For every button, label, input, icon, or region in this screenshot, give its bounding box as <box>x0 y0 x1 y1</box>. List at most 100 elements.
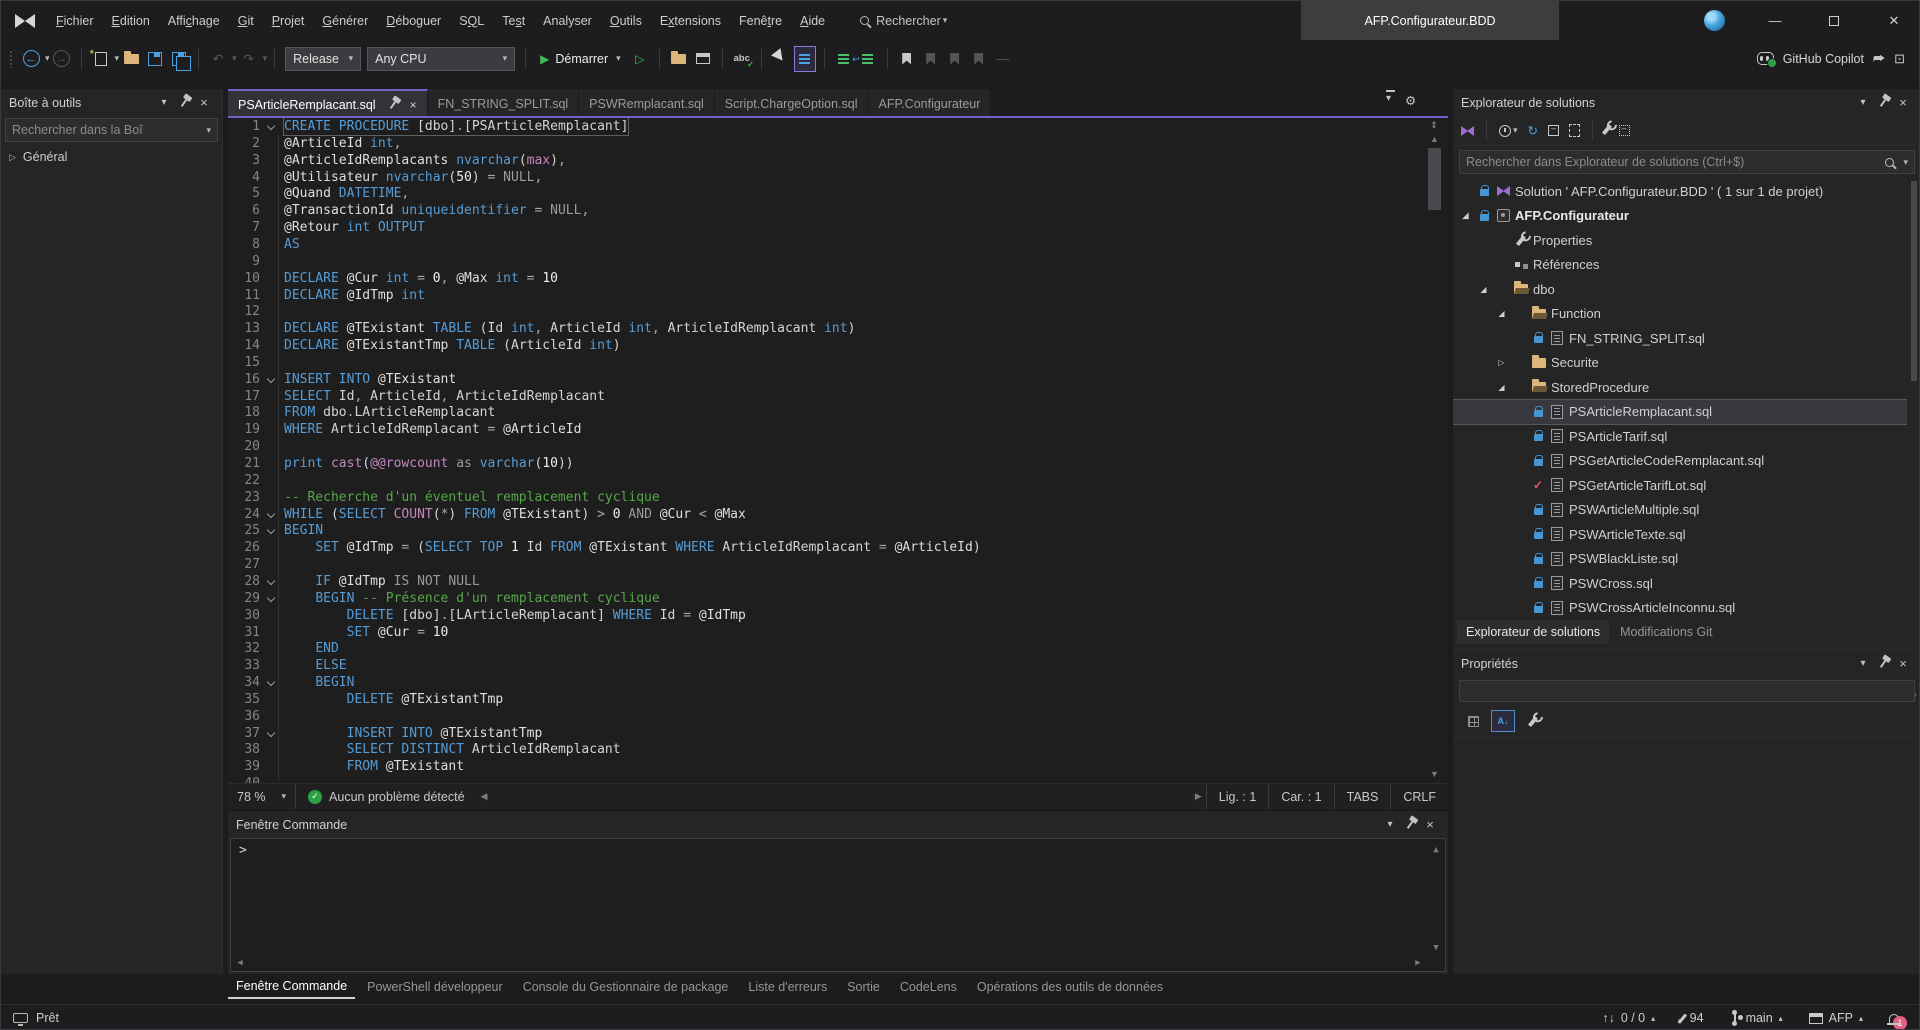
splitter-handle[interactable]: ⇕ <box>1427 120 1441 129</box>
pending-edits-status[interactable]: 94 <box>1681 1011 1703 1025</box>
close-icon[interactable]: × <box>1420 815 1440 835</box>
tree-item-StoredProcedure[interactable]: ◢StoredProcedure <box>1453 375 1907 400</box>
tree-item-PSWArticleMultiple.sql[interactable]: PSWArticleMultiple.sql <box>1453 498 1907 523</box>
fold-chevron-icon[interactable] <box>267 375 275 383</box>
share-icon[interactable]: ⮫ <box>1873 51 1885 67</box>
pin-icon[interactable] <box>383 95 403 115</box>
tab-Script.ChargeOption.sql[interactable]: Script.ChargeOption.sql <box>715 89 869 118</box>
scroll-up-icon[interactable]: ▲ <box>1429 845 1443 855</box>
navigate-to-object-button[interactable] <box>794 46 816 72</box>
tree-item-PSGetArticleTarifLot.sql[interactable]: ✓PSGetArticleTarifLot.sql <box>1453 473 1907 498</box>
tree-item-Securite[interactable]: ▷Securite <box>1453 351 1907 376</box>
panel-dropdown[interactable]: ▾ <box>1853 93 1873 113</box>
pin-icon[interactable] <box>1873 93 1893 113</box>
undo-button[interactable]: ↶ <box>207 46 229 72</box>
account-avatar[interactable] <box>1704 10 1725 31</box>
panel-dropdown[interactable]: ▾ <box>1380 815 1400 835</box>
scroll-left-icon[interactable]: ◀ <box>481 791 488 802</box>
menu-test[interactable]: Test <box>493 10 534 32</box>
pin-icon[interactable] <box>1400 815 1420 835</box>
navigate-back-button[interactable]: ← <box>20 46 42 72</box>
panel-dropdown[interactable]: ▾ <box>1853 654 1873 674</box>
menu-affichage[interactable]: Affichage <box>159 10 229 32</box>
tree-item-PSWBlackListe.sql[interactable]: PSWBlackListe.sql <box>1453 547 1907 572</box>
restore-button[interactable] <box>1811 1 1857 40</box>
menu-edition[interactable]: Edition <box>103 10 159 32</box>
spell-check-button[interactable]: abc <box>731 46 753 72</box>
pending-changes-filter[interactable]: ▾ <box>1499 125 1518 137</box>
close-icon[interactable]: × <box>1893 654 1913 674</box>
menu-aide[interactable]: Aide <box>791 10 834 32</box>
tree-item-PSWCross.sql[interactable]: PSWCross.sql <box>1453 571 1907 596</box>
navigate-forward-button[interactable]: → <box>51 46 73 72</box>
select-tool-button[interactable] <box>770 46 792 72</box>
switch-views-icon[interactable] <box>1461 126 1474 136</box>
next-bookmark-button[interactable] <box>944 46 966 72</box>
menu-projet[interactable]: Projet <box>263 10 314 32</box>
scroll-right-icon[interactable]: ▶ <box>1411 958 1425 968</box>
fold-chevron-icon[interactable] <box>267 678 275 686</box>
tab-AFP.Configurateur[interactable]: AFP.Configurateur <box>869 89 992 118</box>
tree-item-Solution ' AFP.Configurateur.BDD ' ( 1 sur 1 de projet)[interactable]: Solution ' AFP.Configurateur.BDD ' ( 1 s… <box>1453 179 1907 204</box>
toolbox-section-general[interactable]: ▷ Général <box>1 144 222 170</box>
close-icon[interactable]: × <box>410 98 417 112</box>
notifications-button[interactable]: 1 <box>1889 1014 1899 1023</box>
tree-item-PSGetArticleCodeRemplacant.sql[interactable]: PSGetArticleCodeRemplacant.sql <box>1453 449 1907 474</box>
menu-déboguer[interactable]: Déboguer <box>377 10 450 32</box>
preview-selected-icon[interactable] <box>1619 125 1630 136</box>
fold-chevron-icon[interactable] <box>267 122 275 130</box>
scroll-thumb[interactable] <box>1428 148 1441 210</box>
toolbox-dropdown[interactable]: ▾ <box>154 93 174 113</box>
git-sync-status[interactable]: ↑↓ 0 / 0 ▴ <box>1602 1011 1655 1025</box>
menu-git[interactable]: Git <box>229 10 263 32</box>
scroll-up-icon[interactable]: ▲ <box>1421 134 1448 144</box>
bottom-tab-Console du Gestionnaire de package[interactable]: Console du Gestionnaire de package <box>515 976 737 998</box>
explorer-tab-Modifications Git[interactable]: Modifications Git <box>1611 620 1721 644</box>
copilot-label[interactable]: GitHub Copilot <box>1783 52 1864 66</box>
alphabetical-view-button[interactable]: A↓ <box>1491 710 1515 732</box>
tree-item-PSArticleRemplacant.sql[interactable]: PSArticleRemplacant.sql <box>1453 400 1907 425</box>
categorized-view-button[interactable] <box>1461 710 1485 732</box>
collapse-all-icon[interactable] <box>1548 125 1559 136</box>
expanded-icon[interactable]: ◢ <box>1459 211 1472 220</box>
show-all-files-icon[interactable] <box>1569 124 1580 137</box>
fold-chevron-icon[interactable] <box>267 728 275 736</box>
toolbar-drag-handle[interactable] <box>9 50 13 68</box>
close-button[interactable]: ✕ <box>1871 1 1917 40</box>
tree-item-Références[interactable]: Références <box>1453 253 1907 278</box>
tabs-indicator[interactable]: TABS <box>1334 784 1391 809</box>
fold-chevron-icon[interactable] <box>267 526 275 534</box>
command-input-area[interactable]: > ▲ ▼ ◀ ▶ <box>230 838 1446 972</box>
pin-icon[interactable] <box>174 93 194 113</box>
editor-options-gear-icon[interactable]: ⚙ <box>1405 93 1416 108</box>
expanded-icon[interactable]: ◢ <box>1477 285 1490 294</box>
properties-wrench-icon[interactable] <box>1605 124 1609 138</box>
editor-vscrollbar[interactable]: ⇕ ▲ ▼ <box>1421 118 1448 783</box>
code-editor[interactable]: 1CREATE PROCEDURE [dbo].[PSArticleRempla… <box>228 118 1421 783</box>
redo-button[interactable]: ↷ <box>238 46 260 72</box>
close-icon[interactable]: × <box>1893 93 1913 113</box>
open-file-button[interactable] <box>120 46 142 72</box>
scroll-right-icon[interactable]: ▶ <box>1195 791 1202 802</box>
expanded-icon[interactable]: ◢ <box>1495 309 1508 318</box>
menu-outils[interactable]: Outils <box>601 10 651 32</box>
zoom-select[interactable]: 78 %▾ <box>228 784 296 809</box>
explorer-vscrollbar[interactable]: ▼ <box>1909 151 1919 701</box>
tab-PSArticleRemplacant.sql[interactable]: PSArticleRemplacant.sql× <box>228 89 428 118</box>
tree-item-Function[interactable]: ◢Function <box>1453 302 1907 327</box>
toolbar-overflow[interactable]: — <box>992 46 1014 72</box>
menu-extensions[interactable]: Extensions <box>651 10 730 32</box>
tab-list-icon[interactable]: ▾ <box>1386 93 1391 108</box>
save-all-button[interactable] <box>168 46 190 72</box>
quick-search[interactable]: Rechercher ▾ <box>860 14 947 28</box>
properties-object-select[interactable] <box>1459 680 1915 702</box>
configuration-select[interactable]: Release▾ <box>285 47 361 71</box>
tree-item-Properties[interactable]: Properties <box>1453 228 1907 253</box>
eol-indicator[interactable]: CRLF <box>1390 784 1448 809</box>
fold-chevron-icon[interactable] <box>267 509 275 517</box>
undo-dropdown[interactable]: ▾ <box>232 53 237 64</box>
fold-chevron-icon[interactable] <box>267 594 275 602</box>
solution-search-input[interactable]: Rechercher dans Explorateur de solutions… <box>1459 150 1915 174</box>
tree-item-PSWCrossArticleInconnu.sql[interactable]: PSWCrossArticleInconnu.sql <box>1453 596 1907 620</box>
toolbox-search-input[interactable]: Rechercher dans la Boî ▾ <box>5 118 218 142</box>
